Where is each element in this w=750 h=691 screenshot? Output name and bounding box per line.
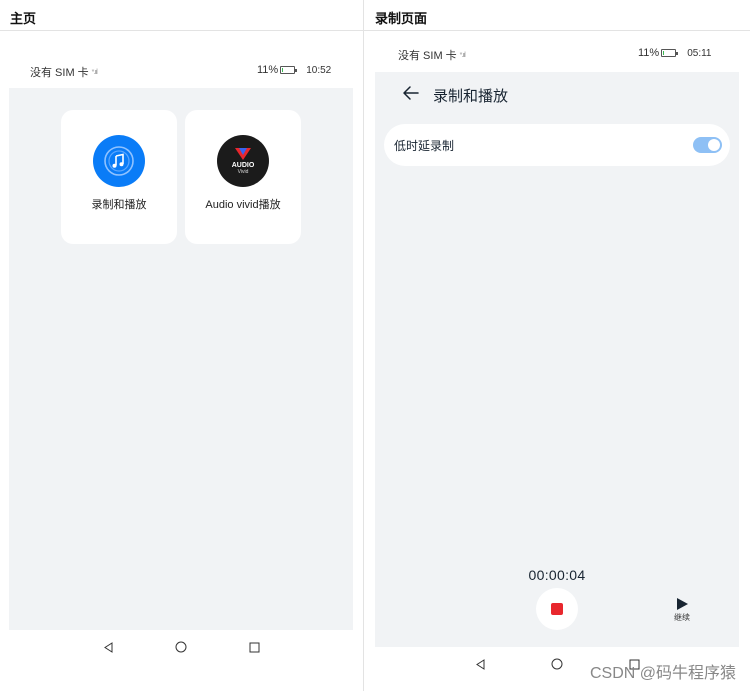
app-label-audio-vivid: Audio vivid播放 [205, 199, 281, 211]
toggle-knob [708, 139, 720, 151]
battery-fill [663, 51, 665, 55]
app-card-audio-vivid[interactable]: AUDIO Vivid Audio vivid播放 [185, 110, 301, 244]
clock: 10:52 [306, 64, 332, 76]
play-icon [677, 598, 688, 610]
record-page-header: 录制页面 [375, 11, 428, 26]
signal-icon: *.ııl [91, 68, 98, 76]
nav-recents-icon[interactable] [247, 640, 261, 654]
nav-back-icon[interactable] [473, 657, 487, 671]
stop-icon [551, 603, 563, 615]
battery-percent: 11% [638, 47, 660, 59]
csdn-watermark: CSDN @码牛程序猿 [589, 665, 736, 682]
page-title: 录制和播放 [433, 88, 509, 105]
nav-home-icon[interactable] [174, 640, 188, 654]
header-divider [0, 30, 750, 31]
continue-button[interactable]: 继续 [667, 597, 697, 623]
nav-home-icon[interactable] [550, 657, 564, 671]
audio-vivid-triangle-icon [235, 148, 251, 160]
right-status-right: 11% 05:11 [638, 47, 712, 59]
battery-fill [282, 68, 284, 72]
carrier-label: 没有 SIM 卡 [398, 50, 457, 62]
low-latency-label: 低时延录制 [394, 139, 455, 153]
low-latency-toggle[interactable] [693, 137, 722, 153]
signal-icon: *.ııl [459, 51, 466, 59]
left-status-right: 11% 10:52 [257, 64, 331, 76]
audio-vivid-logo-text: AUDIO [231, 162, 255, 169]
stop-recording-button[interactable] [536, 588, 578, 630]
home-screen: 录制和播放 AUDIO Vivid Audio vivid播放 [9, 88, 353, 630]
low-latency-setting-row: 低时延录制 [384, 124, 730, 166]
nav-back-icon[interactable] [101, 640, 115, 654]
left-status-carrier: 没有 SIM 卡 *.ııl [30, 64, 98, 80]
audio-vivid-logo: AUDIO Vivid [217, 135, 269, 187]
clock: 05:11 [687, 47, 712, 59]
back-arrow-icon[interactable] [402, 85, 420, 101]
continue-label: 继续 [674, 613, 690, 622]
music-note-icon [93, 135, 145, 187]
audio-vivid-logo-sub: Vivid [237, 169, 249, 175]
battery-icon [280, 66, 298, 74]
column-divider [363, 0, 364, 691]
recording-timer: 00:00:04 [528, 567, 586, 583]
app-card-record-play[interactable]: 录制和播放 [61, 110, 177, 244]
record-screen: 录制和播放 低时延录制 00:00:04 继续 [375, 72, 739, 647]
carrier-label: 没有 SIM 卡 [30, 67, 89, 79]
right-status-carrier: 没有 SIM 卡 *.ııl [398, 47, 466, 63]
home-page-header: 主页 [10, 11, 37, 26]
battery-percent: 11% [257, 64, 279, 76]
battery-icon [661, 49, 679, 57]
app-label-record-play: 录制和播放 [91, 199, 147, 211]
